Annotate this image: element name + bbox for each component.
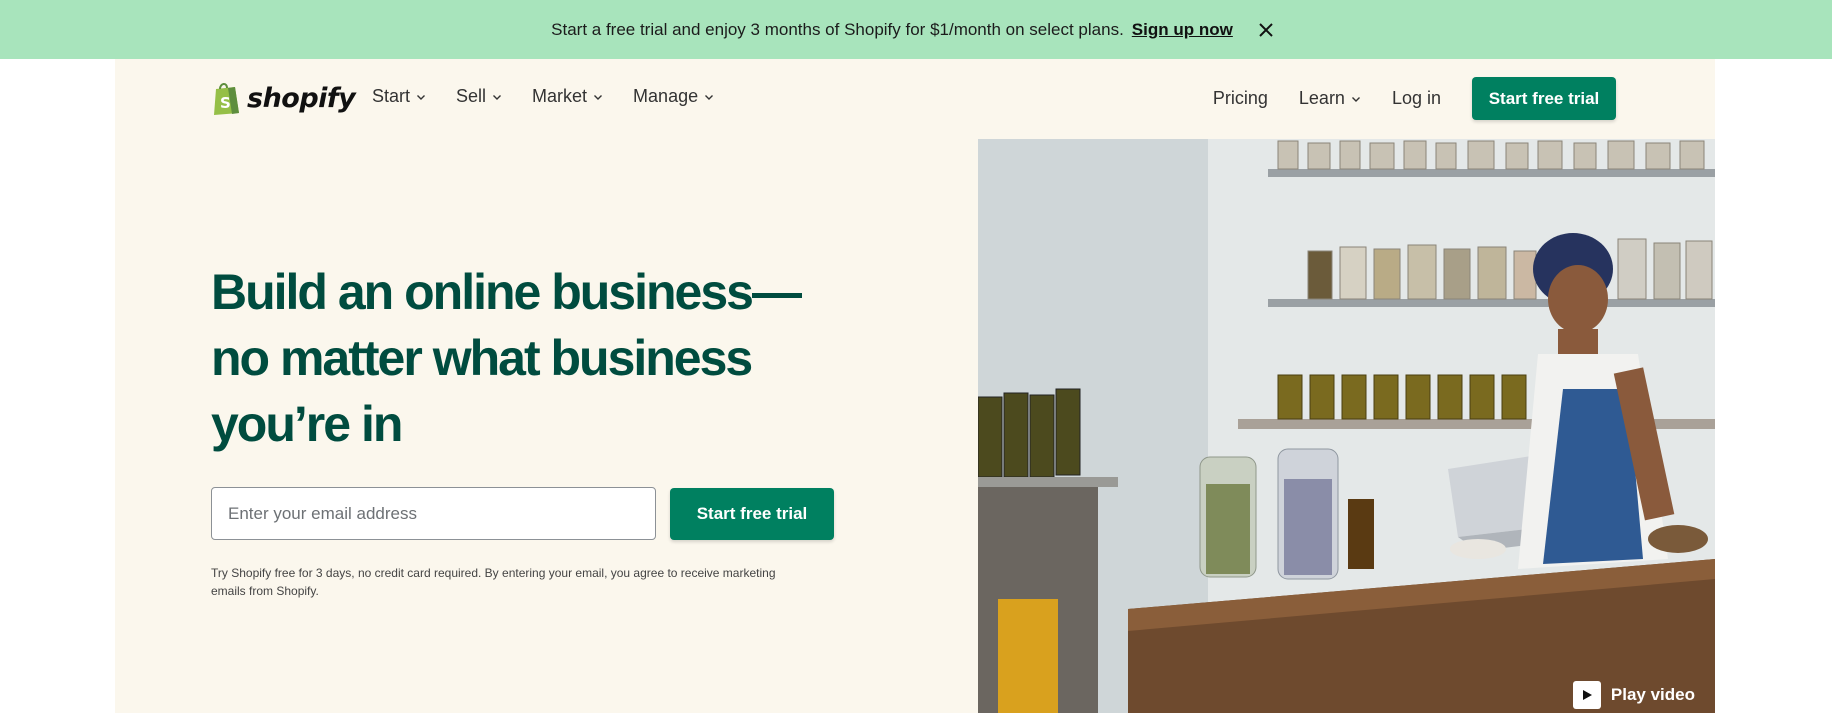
hero-headline-line: Build an online business— <box>211 264 802 320</box>
nav-start[interactable]: Start <box>372 86 426 107</box>
hero-headline: Build an online business— no matter what… <box>211 259 831 457</box>
hero-photo-illustration <box>978 139 1715 713</box>
hero-start-trial-button[interactable]: Start free trial <box>670 488 834 540</box>
hero-headline-line: you’re in <box>211 396 403 452</box>
svg-text:S: S <box>220 94 231 112</box>
page: Start a free trial and enjoy 3 months of… <box>0 0 1832 713</box>
nav-sell-label: Sell <box>456 86 487 106</box>
chevron-down-icon <box>493 94 502 100</box>
hero-image: Play video <box>978 139 1715 713</box>
chevron-down-icon <box>594 94 603 100</box>
nav-manage[interactable]: Manage <box>633 86 714 107</box>
header-nav: S shopify Start Sell Market Manage Prici… <box>115 59 1715 139</box>
shopping-bag-icon: S <box>214 83 239 115</box>
chevron-down-icon <box>705 94 714 100</box>
nav-manage-label: Manage <box>633 86 699 106</box>
sign-up-link[interactable]: Sign up now <box>1132 20 1233 40</box>
logo-wordmark: shopify <box>247 82 356 114</box>
play-icon <box>1572 681 1601 709</box>
nav-pricing[interactable]: Pricing <box>1213 88 1268 109</box>
nav-learn[interactable]: Learn <box>1299 88 1361 109</box>
nav-learn-label: Learn <box>1298 88 1345 108</box>
chevron-down-icon <box>1351 96 1360 102</box>
trial-disclaimer: Try Shopify free for 3 days, no credit c… <box>211 566 776 598</box>
header-start-trial-button[interactable]: Start free trial <box>1472 77 1616 120</box>
primary-nav: Start Sell Market Manage <box>372 86 714 107</box>
nav-market[interactable]: Market <box>532 86 603 107</box>
play-video-label: Play video <box>1610 685 1695 704</box>
hero-headline-line: no matter what business <box>211 330 753 386</box>
shopify-logo[interactable]: S shopify <box>211 80 356 116</box>
nav-sell[interactable]: Sell <box>456 86 502 107</box>
nav-start-label: Start <box>372 86 411 106</box>
chevron-down-icon <box>417 94 426 100</box>
email-input[interactable] <box>211 487 656 540</box>
nav-login[interactable]: Log in <box>1392 88 1441 109</box>
close-icon[interactable] <box>1251 15 1281 45</box>
promo-banner: Start a free trial and enjoy 3 months of… <box>0 0 1832 59</box>
promo-text: Start a free trial and enjoy 3 months of… <box>551 19 1124 39</box>
secondary-nav: Pricing Learn Log in Start free trial <box>1213 77 1715 120</box>
nav-login-label: Log in <box>1391 88 1441 108</box>
nav-market-label: Market <box>532 86 588 106</box>
play-video-button[interactable]: Play video <box>1572 681 1695 713</box>
nav-pricing-label: Pricing <box>1212 88 1268 108</box>
main-area: S shopify Start Sell Market Manage Prici… <box>115 59 1715 713</box>
